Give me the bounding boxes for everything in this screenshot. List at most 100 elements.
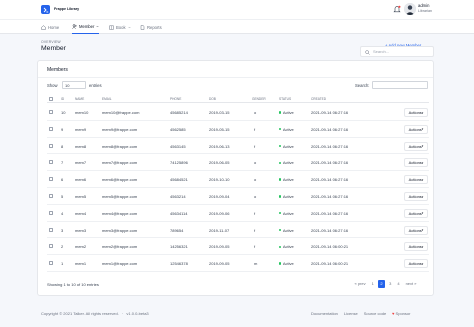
actions-button[interactable]: Actions ▾ [404,175,428,185]
status-text: Active [282,160,294,166]
actions-button[interactable]: Actions ▾ [404,192,428,201]
footer-copyright: Copyright © 2021 Talker. All rights rese… [41,311,149,316]
column-header[interactable]: CREATED [311,97,326,101]
row-checkbox[interactable] [49,143,53,148]
actions-button[interactable]: Actions ▾ [404,208,428,218]
footer-link-sponsor[interactable]: ♥ Sponsor [392,311,410,316]
table-row: 9 mem9 mem9@frappe.com 4562585 2019-05-15 f Ac… [47,121,429,138]
book-icon [109,25,114,30]
nav-item-member[interactable]: Member [72,20,100,34]
user-role: Librarian [418,9,432,13]
column-header[interactable]: ID [61,97,64,101]
nav-item-home[interactable]: Home [41,20,59,34]
table-header: ID NAME EMAIL PHONE DOB GENDER STATUS CR… [47,96,429,103]
column-header[interactable]: EMAIL [102,97,112,101]
select-all-checkbox[interactable] [49,96,53,101]
notification-bell-icon[interactable] [393,5,401,14]
cell-name: mem3 [75,227,87,233]
actions-button[interactable]: Actions ▾ [404,225,428,235]
top-bar: Frappe Library admin Librarian [0,0,474,19]
row-checkbox[interactable] [49,110,53,114]
cell-id: 5 [61,194,64,199]
avatar[interactable] [404,3,416,15]
actions-button[interactable]: Actions ▾ [404,158,428,168]
user-name[interactable]: admin [418,3,429,8]
footer-link-documentation[interactable]: Documentation [311,311,338,316]
breadcrumb: OVERVIEW [41,40,61,44]
users-icon [72,24,77,29]
cell-phone: 4563214 [170,194,186,199]
table-row: 6 mem6 mem6@frappe.com 45684521 2019-10-10 o A… [47,171,429,188]
pagination-page-current[interactable]: 2 [378,280,385,288]
cell-name: mem5 [75,194,87,199]
column-header[interactable]: STATUS [279,97,291,101]
cell-id: 4 [61,210,64,216]
pagination-page[interactable]: 3 [388,280,393,288]
chevron-down-icon: ▾ [421,160,424,165]
pagination-next[interactable]: next » [404,280,418,288]
column-header[interactable]: NAME [75,97,84,101]
cell-phone: 12546378 [170,261,188,267]
cell-phone: 45634114 [170,210,188,216]
status-dot-icon [279,195,282,198]
row-checkbox[interactable] [49,194,53,198]
table-row: 3 mem3 mem3@frappe.com 789654 2019-11-07 f Act… [47,222,429,239]
cell-email: mem5@frappe.com [102,194,138,199]
column-header[interactable]: GENDER [252,97,266,101]
footer-link-source-code[interactable]: Source code [364,311,386,316]
cell-name: mem2 [75,244,87,250]
actions-button[interactable]: Actions ▾ [404,242,428,252]
nav-item-reports[interactable]: Reports [140,20,162,34]
row-checkbox[interactable] [49,126,53,131]
nav-item-label: Book [116,24,126,30]
chevron-down-icon [128,26,131,28]
header-search-input[interactable]: Search... [360,46,434,57]
actions-button[interactable]: Actions ▾ [404,259,428,269]
footer-link-license[interactable]: License [344,311,358,316]
document-icon [140,24,145,30]
chevron-down-icon: ▾ [421,194,424,199]
status-badge: Active [279,244,294,249]
cell-dob: 2019-06-13 [209,143,230,149]
status-text: Active [282,194,294,199]
column-header[interactable]: DOB [209,97,216,101]
pagination-page[interactable]: 1 [370,280,375,288]
app-logo-icon[interactable] [41,5,50,14]
cell-gender: o [254,194,257,199]
nav-item-label: Reports [147,24,162,30]
cell-gender: f [254,143,256,149]
table-search-input[interactable] [372,81,428,89]
cell-dob: 2019-09-06 [209,210,230,216]
cell-dob: 2019-09-04 [209,194,230,199]
cell-id: 10 [61,110,66,115]
table-row: 7 mem7 mem7@frappe.com 74125896 2019-06-05 o A… [47,154,429,172]
status-badge: Active [279,211,294,216]
column-header[interactable]: PHONE [170,97,181,101]
row-checkbox[interactable] [49,261,53,266]
row-checkbox[interactable] [49,227,53,232]
row-checkbox[interactable] [49,210,53,215]
row-checkbox[interactable] [49,244,53,249]
actions-button[interactable]: Actions ▾ [404,141,428,151]
cell-created: 2021-09-14 06:27:16 [311,110,349,115]
copyright-text: Copyright © 2021 Talker. All rights rese… [41,311,119,316]
nav-item-book[interactable]: Book [109,20,131,34]
pagination-prev[interactable]: « prev [353,280,367,288]
cell-created: 2021-09-14 06:27:16 [311,194,349,199]
row-checkbox[interactable] [49,177,53,182]
cell-gender: o [254,160,257,166]
row-checkbox[interactable] [49,160,53,165]
status-text: Active [282,244,294,250]
cell-email: mem6@frappe.com [102,177,138,183]
cell-email: mem2@frappe.com [102,244,138,250]
footer-link-label: Sponsor [395,311,411,316]
pagination-page[interactable]: 4 [396,280,401,288]
cell-id: 7 [61,160,64,166]
page-title: Member [41,45,66,52]
table-row: 1 mem1 mem1@frappe.com 12546378 2019-09-05 m A… [47,255,429,272]
actions-button[interactable]: Actions ▾ [404,124,428,134]
entries-select[interactable]: 10 [62,81,86,89]
cell-id: 6 [61,177,64,183]
actions-label: Actions [408,126,422,132]
actions-button[interactable]: Actions ▾ [404,108,428,117]
